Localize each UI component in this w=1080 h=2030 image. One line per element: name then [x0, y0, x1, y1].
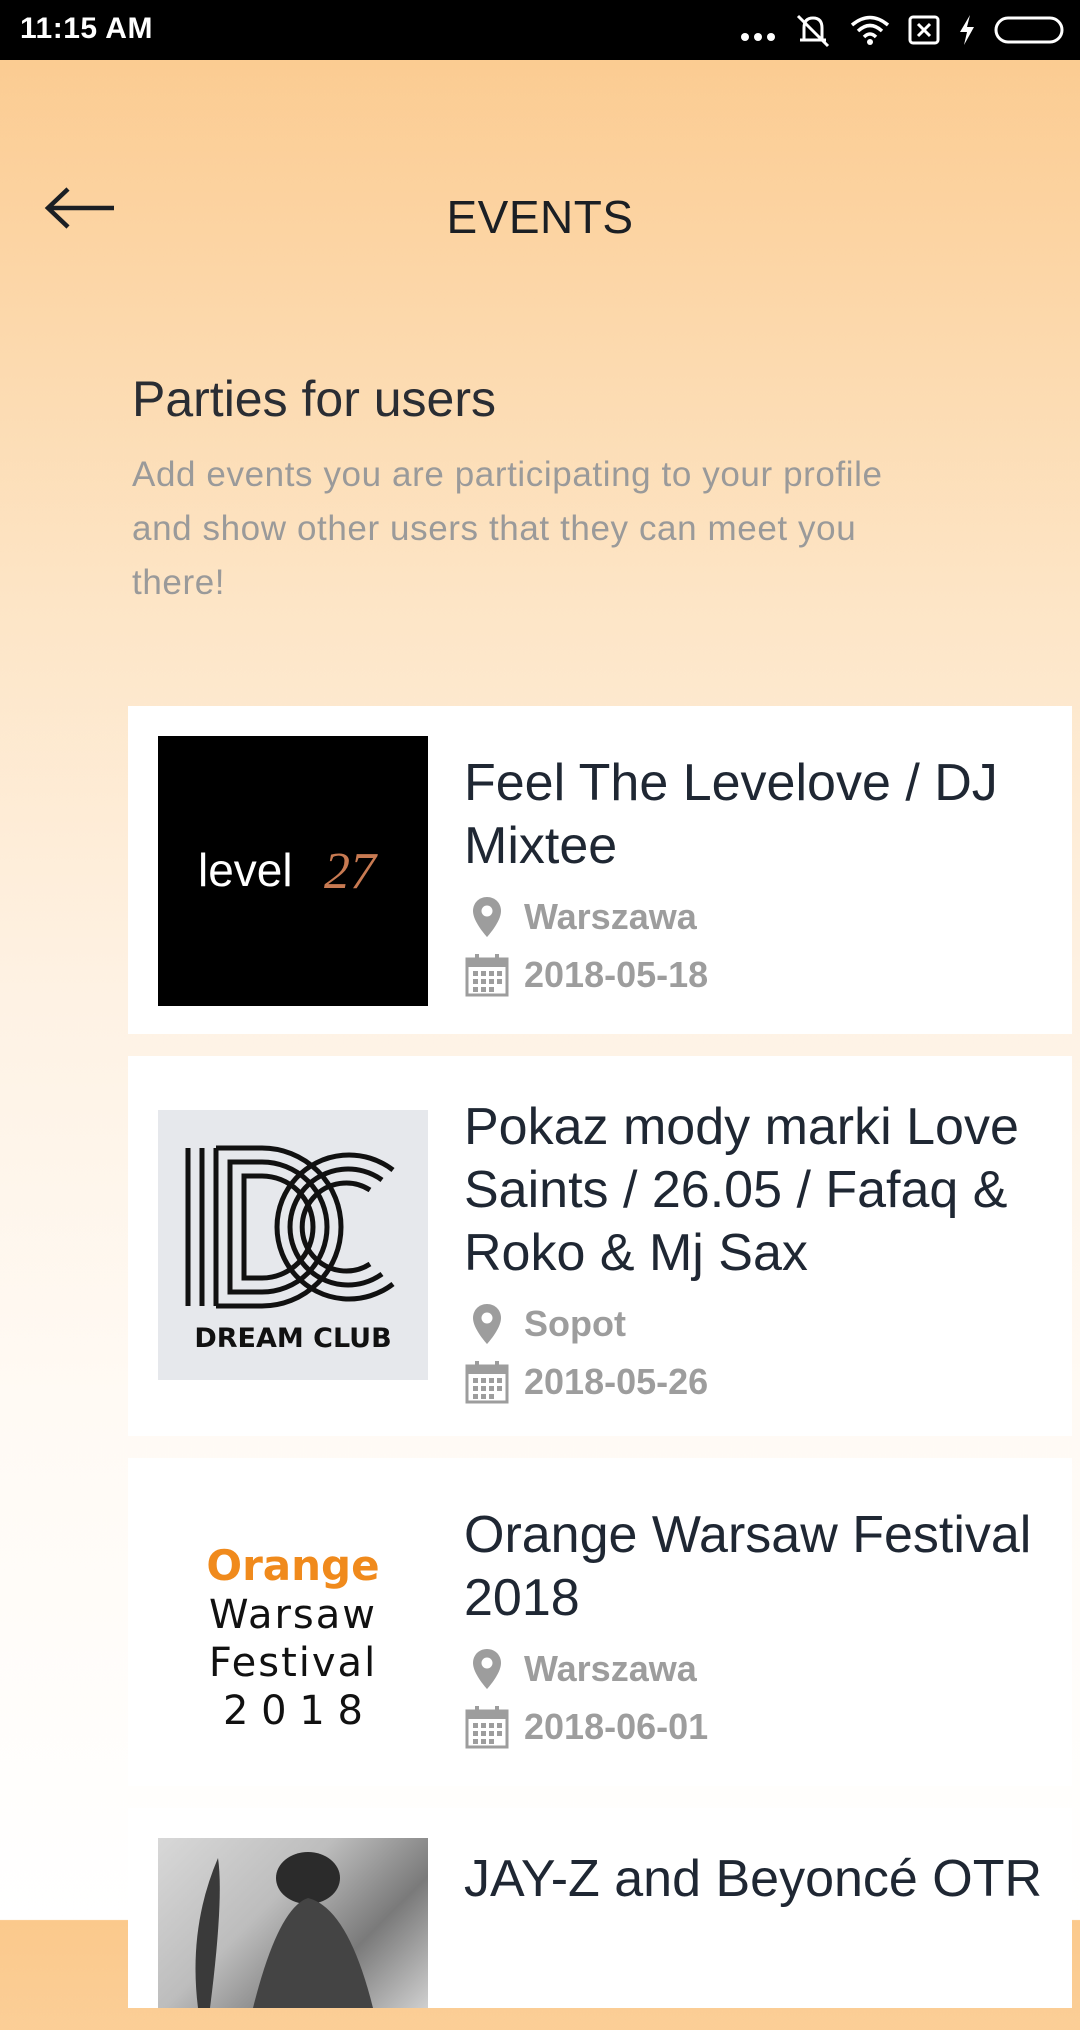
event-card[interactable]: level 27 Feel The Levelove / DJ Mixtee W…: [128, 706, 1072, 1034]
event-place: Warszawa: [524, 1648, 697, 1689]
event-logo-dream-club: DREAM CLUB: [158, 1110, 428, 1380]
event-title: Pokaz mody marki Love Saints / 26.05 / F…: [464, 1098, 1019, 1282]
location-pin-icon: [464, 1301, 510, 1347]
event-info: JAY-Z and Beyoncé OTR: [464, 1848, 1048, 1911]
event-info: Feel The Levelove / DJ Mixtee Warszawa 2…: [464, 752, 1048, 1004]
event-card[interactable]: DREAM CLUB Pokaz mody marki Love Saints …: [128, 1056, 1072, 1436]
event-location: Warszawa: [464, 1640, 1048, 1698]
event-logo-level27: level 27: [158, 736, 428, 1006]
event-date: 2018-05-18: [524, 954, 709, 995]
vibrate-off-icon: [796, 14, 830, 48]
page-title: EVENTS: [446, 191, 634, 243]
event-place: Warszawa: [524, 896, 697, 937]
intro-title: Parties for users: [132, 371, 497, 427]
event-logo-orange-festival: Orange Warsaw Festival 2 0 1 8: [158, 1488, 428, 1758]
logo-word: DREAM CLUB: [194, 1323, 391, 1354]
event-title: Orange Warsaw Festival 2018: [464, 1506, 1032, 1627]
charging-bolt-icon: [960, 15, 974, 45]
status-bar: 11:15 AM: [0, 0, 1080, 60]
status-time: 11:15 AM: [20, 12, 153, 45]
logo-line-4: 2 0 1 8: [223, 1688, 363, 1734]
logo-line-2: Warsaw: [209, 1592, 377, 1638]
status-icons: [740, 12, 1066, 48]
event-card[interactable]: Orange Warsaw Festival 2 0 1 8 Orange Wa…: [128, 1458, 1072, 1786]
intro-description: Add events you are participating to your…: [132, 455, 883, 602]
event-place: Sopot: [524, 1303, 626, 1344]
event-date: 2018-06-01: [524, 1706, 709, 1747]
event-date: 2018-05-26: [524, 1361, 709, 1402]
event-list: level 27 Feel The Levelove / DJ Mixtee W…: [128, 706, 1072, 2030]
more-dots-icon: [741, 33, 775, 41]
event-info: Orange Warsaw Festival 2018 Warszawa 201…: [464, 1504, 1048, 1756]
wifi-icon: [850, 15, 890, 45]
event-info: Pokaz mody marki Love Saints / 26.05 / F…: [464, 1096, 1048, 1411]
location-pin-icon: [464, 1646, 510, 1692]
battery-icon: [994, 16, 1064, 44]
logo-line-1: Orange: [206, 1541, 379, 1590]
event-date-row: 2018-05-26: [464, 1353, 1048, 1411]
location-pin-icon: [464, 894, 510, 940]
sim-off-icon: [908, 15, 940, 45]
event-location: Sopot: [464, 1295, 1048, 1353]
logo-word: level: [198, 844, 293, 896]
event-date-row: 2018-06-01: [464, 1698, 1048, 1756]
logo-line-3: Festival: [209, 1640, 377, 1686]
event-title: JAY-Z and Beyoncé OTR: [464, 1850, 1043, 1908]
event-title: Feel The Levelove / DJ Mixtee: [464, 754, 998, 875]
event-card[interactable]: JAY-Z and Beyoncé OTR: [128, 1808, 1072, 2008]
event-photo: [158, 1838, 428, 2008]
logo-mark: 27: [324, 843, 378, 900]
calendar-icon: [464, 952, 510, 998]
calendar-icon: [464, 1704, 510, 1750]
event-location: Warszawa: [464, 888, 1048, 946]
event-date-row: 2018-05-18: [464, 946, 1048, 1004]
calendar-icon: [464, 1359, 510, 1405]
